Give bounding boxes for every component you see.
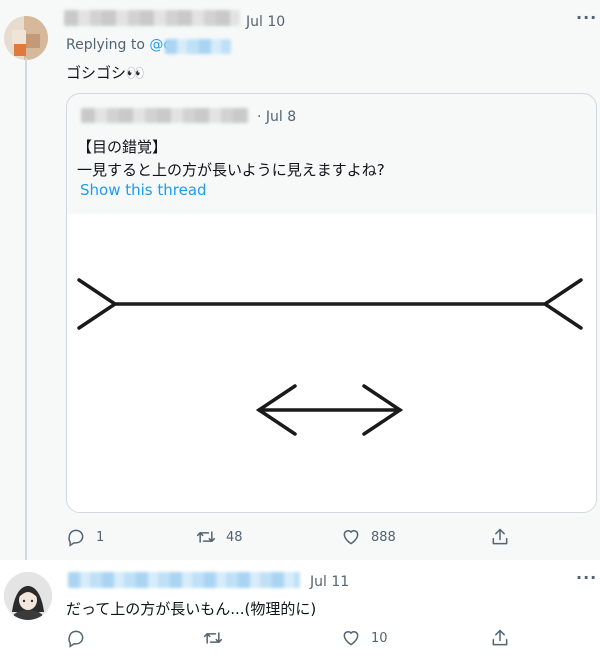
reply-button[interactable]: 1 — [66, 527, 104, 547]
like-button[interactable]: 888 — [341, 527, 396, 547]
reply-icon — [68, 630, 84, 648]
share-button[interactable] — [490, 628, 520, 648]
retweet-icon — [203, 632, 223, 644]
upper-left-fin — [77, 278, 119, 330]
user-avatar[interactable] — [4, 572, 52, 620]
retweet-button[interactable] — [203, 628, 233, 648]
show-this-thread-link[interactable]: Show this thread — [80, 181, 207, 199]
like-count: 888 — [371, 529, 396, 545]
avatar-pixel — [26, 34, 40, 48]
more-icon[interactable]: ··· — [576, 8, 597, 27]
avatar-pixel — [14, 44, 26, 56]
like-button[interactable]: 10 — [341, 628, 388, 648]
redacted-username[interactable] — [68, 572, 300, 588]
retweet-count: 48 — [226, 529, 243, 545]
retweet-button[interactable]: 48 — [196, 527, 243, 547]
like-count: 10 — [371, 630, 388, 646]
redacted-quoted-username — [81, 108, 249, 123]
quoted-tweet-text-line1: 【目の錯覚】 — [77, 138, 168, 156]
like-icon — [343, 530, 359, 545]
redacted-handle[interactable] — [165, 39, 231, 54]
replying-to-label: Replying to — [66, 37, 150, 53]
quoted-tweet-image[interactable] — [67, 214, 596, 512]
tweet-text: ゴシゴシ👀 — [66, 64, 145, 82]
reply-icon — [68, 529, 84, 547]
quoted-tweet-date: · Jul 8 — [257, 109, 297, 125]
quoted-tweet-card[interactable]: · Jul 8 【目の錯覚】 一見すると上の方が長いように見えますよね? Sho… — [66, 93, 597, 513]
tweet-parent[interactable]: Jul 10 ··· Replying to @c ゴシゴシ👀 · Jul 8 … — [0, 0, 600, 560]
avatar-illustration — [4, 572, 52, 620]
user-avatar[interactable] — [4, 16, 48, 60]
tweet-reply[interactable]: Jul 11 ··· だって上の方が長いもん...(物理的に) 10 — [0, 560, 600, 655]
reply-count: 1 — [96, 529, 105, 545]
retweet-icon — [196, 531, 216, 543]
like-icon — [343, 631, 359, 646]
share-icon — [492, 528, 508, 545]
replying-to: Replying to @c — [66, 37, 171, 53]
share-button[interactable] — [490, 527, 520, 547]
tweet-action-bar: 10 — [0, 628, 600, 652]
redacted-username[interactable] — [64, 10, 240, 26]
tweet-action-bar: 1 48 888 — [0, 527, 600, 551]
more-icon[interactable]: ··· — [576, 568, 597, 587]
avatar-pixel — [12, 30, 26, 44]
tweet-date[interactable]: Jul 10 — [246, 14, 285, 30]
quoted-tweet-text-line2: 一見すると上の方が長いように見えますよね? — [77, 161, 385, 179]
tweet-date[interactable]: Jul 11 — [310, 574, 349, 590]
upper-right-fin — [541, 278, 583, 330]
share-icon — [492, 629, 508, 646]
muller-lyer-illustration — [77, 278, 583, 436]
tweet-text: だって上の方が長いもん...(物理的に) — [66, 600, 317, 618]
reply-button[interactable] — [66, 628, 96, 648]
thread-connector-line — [25, 58, 27, 578]
